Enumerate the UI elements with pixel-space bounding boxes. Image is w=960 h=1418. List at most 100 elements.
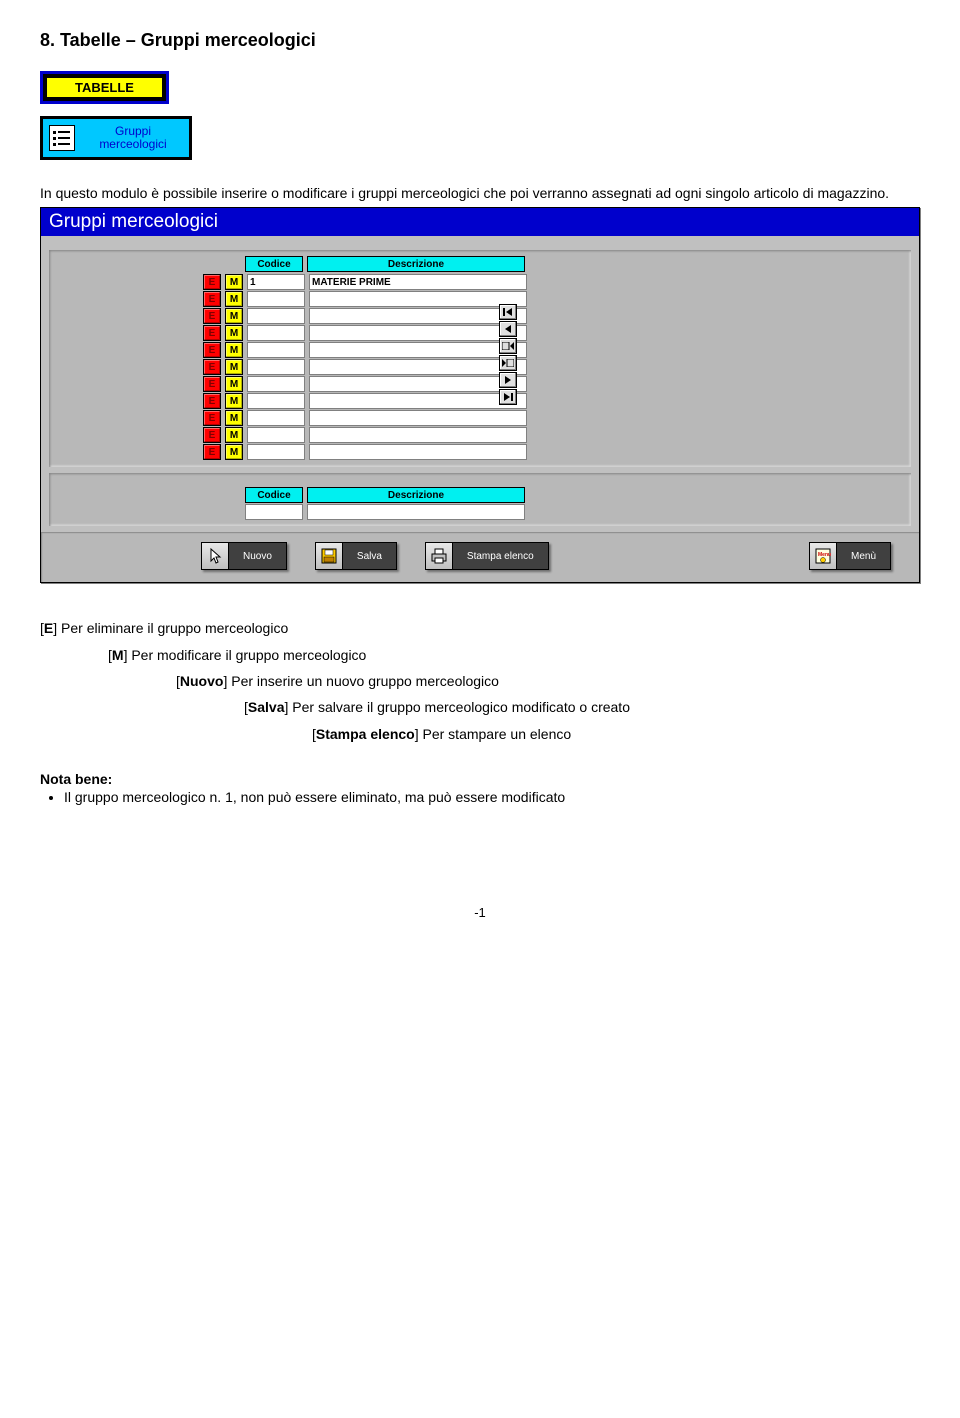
- modify-button[interactable]: M: [225, 291, 243, 307]
- modify-button[interactable]: M: [225, 410, 243, 426]
- table-row: EM: [203, 359, 905, 375]
- footer-input-descrizione[interactable]: [307, 504, 525, 520]
- cell-descrizione[interactable]: [309, 342, 527, 358]
- nota-bene: Nota bene: Il gruppo merceologico n. 1, …: [40, 771, 920, 805]
- menu-icon: Menu: [809, 542, 837, 570]
- cell-descrizione[interactable]: MATERIE PRIME: [309, 274, 527, 290]
- disk-icon: [315, 542, 343, 570]
- title-bar: Gruppi merceologici: [41, 208, 919, 236]
- menu-button[interactable]: Menu Menù: [809, 542, 891, 570]
- footer-header-descrizione: Descrizione: [307, 487, 525, 503]
- nav-forward-button[interactable]: [499, 355, 517, 371]
- modify-button[interactable]: M: [225, 444, 243, 460]
- table-row: EM: [203, 410, 905, 426]
- cell-codice[interactable]: [247, 444, 305, 460]
- cell-descrizione[interactable]: [309, 427, 527, 443]
- legend-nuovo: [Nuovo] Per inserire un nuovo gruppo mer…: [176, 670, 920, 692]
- salva-button[interactable]: Salva: [315, 542, 397, 570]
- cell-descrizione[interactable]: [309, 393, 527, 409]
- cell-descrizione[interactable]: [309, 291, 527, 307]
- footer-bar: Nuovo Salva Stampa elenco Menu Menù: [41, 532, 919, 582]
- cell-codice[interactable]: [247, 410, 305, 426]
- cell-codice[interactable]: [247, 325, 305, 341]
- table-row: EM: [203, 342, 905, 358]
- delete-button[interactable]: E: [203, 376, 221, 392]
- cell-descrizione[interactable]: [309, 325, 527, 341]
- stampa-label: Stampa elenco: [453, 542, 549, 570]
- nav-first-button[interactable]: [499, 304, 517, 320]
- modify-button[interactable]: M: [225, 274, 243, 290]
- legend-m: [M] Per modificare il gruppo merceologic…: [108, 644, 920, 666]
- delete-button[interactable]: E: [203, 427, 221, 443]
- delete-button[interactable]: E: [203, 359, 221, 375]
- cursor-icon: [201, 542, 229, 570]
- nota-bene-title: Nota bene:: [40, 771, 920, 787]
- menu-label: Menù: [837, 542, 891, 570]
- badge-tabelle-label: TABELLE: [47, 78, 162, 97]
- table-row: EM: [203, 308, 905, 324]
- legend-e: [E] Per eliminare il gruppo merceologico: [40, 617, 920, 639]
- cell-codice[interactable]: [247, 342, 305, 358]
- modify-button[interactable]: M: [225, 359, 243, 375]
- modify-button[interactable]: M: [225, 342, 243, 358]
- badge-gruppi: Gruppi merceologici: [40, 116, 192, 160]
- nuovo-button[interactable]: Nuovo: [201, 542, 287, 570]
- table-row: EM: [203, 393, 905, 409]
- nav-last-button[interactable]: [499, 389, 517, 405]
- cell-descrizione[interactable]: [309, 376, 527, 392]
- cell-codice[interactable]: [247, 393, 305, 409]
- nav-next-button[interactable]: [499, 372, 517, 388]
- delete-button[interactable]: E: [203, 291, 221, 307]
- cell-codice[interactable]: [247, 376, 305, 392]
- delete-button[interactable]: E: [203, 410, 221, 426]
- intro-text: In questo modulo è possibile inserire o …: [40, 184, 920, 203]
- table-row: EM: [203, 427, 905, 443]
- cell-descrizione[interactable]: [309, 410, 527, 426]
- delete-button[interactable]: E: [203, 308, 221, 324]
- footer-input-codice[interactable]: [245, 504, 303, 520]
- modify-button[interactable]: M: [225, 427, 243, 443]
- delete-button[interactable]: E: [203, 325, 221, 341]
- printer-icon: [425, 542, 453, 570]
- delete-button[interactable]: E: [203, 444, 221, 460]
- list-icon: [49, 125, 75, 151]
- table-row: EM: [203, 376, 905, 392]
- cell-descrizione[interactable]: [309, 444, 527, 460]
- cell-codice[interactable]: [247, 291, 305, 307]
- modify-button[interactable]: M: [225, 325, 243, 341]
- footer-header-codice: Codice: [245, 487, 303, 503]
- nav-buttons: [499, 304, 517, 405]
- legend-stampa: [Stampa elenco] Per stampare un elenco: [312, 723, 920, 745]
- modify-button[interactable]: M: [225, 376, 243, 392]
- table-row: EM1MATERIE PRIME: [203, 274, 905, 290]
- cell-codice[interactable]: [247, 359, 305, 375]
- app-window: Gruppi merceologici Codice Descrizione E…: [40, 207, 920, 583]
- delete-button[interactable]: E: [203, 342, 221, 358]
- table-row: EM: [203, 291, 905, 307]
- cell-descrizione[interactable]: [309, 359, 527, 375]
- page-heading: 8. Tabelle – Gruppi merceologici: [40, 30, 920, 51]
- cell-codice[interactable]: [247, 308, 305, 324]
- modify-button[interactable]: M: [225, 308, 243, 324]
- cell-codice[interactable]: 1: [247, 274, 305, 290]
- table-row: EM: [203, 444, 905, 460]
- grid-zone: Codice Descrizione EM1MATERIE PRIMEEMEME…: [49, 250, 911, 467]
- nuovo-label: Nuovo: [229, 542, 287, 570]
- modify-button[interactable]: M: [225, 393, 243, 409]
- cell-codice[interactable]: [247, 427, 305, 443]
- nav-prev-button[interactable]: [499, 321, 517, 337]
- legend: [E] Per eliminare il gruppo merceologico…: [40, 617, 920, 745]
- cell-descrizione[interactable]: [309, 308, 527, 324]
- header-codice: Codice: [245, 256, 303, 272]
- badge-tabelle: TABELLE: [40, 71, 169, 104]
- nav-rewind-button[interactable]: [499, 338, 517, 354]
- page-number: -1: [40, 905, 920, 920]
- header-descrizione: Descrizione: [307, 256, 525, 272]
- badge-gruppi-label: Gruppi merceologici: [83, 125, 183, 151]
- stampa-button[interactable]: Stampa elenco: [425, 542, 549, 570]
- delete-button[interactable]: E: [203, 274, 221, 290]
- legend-salva: [Salva] Per salvare il gruppo merceologi…: [244, 696, 920, 718]
- table-row: EM: [203, 325, 905, 341]
- svg-text:Menu: Menu: [818, 552, 831, 558]
- delete-button[interactable]: E: [203, 393, 221, 409]
